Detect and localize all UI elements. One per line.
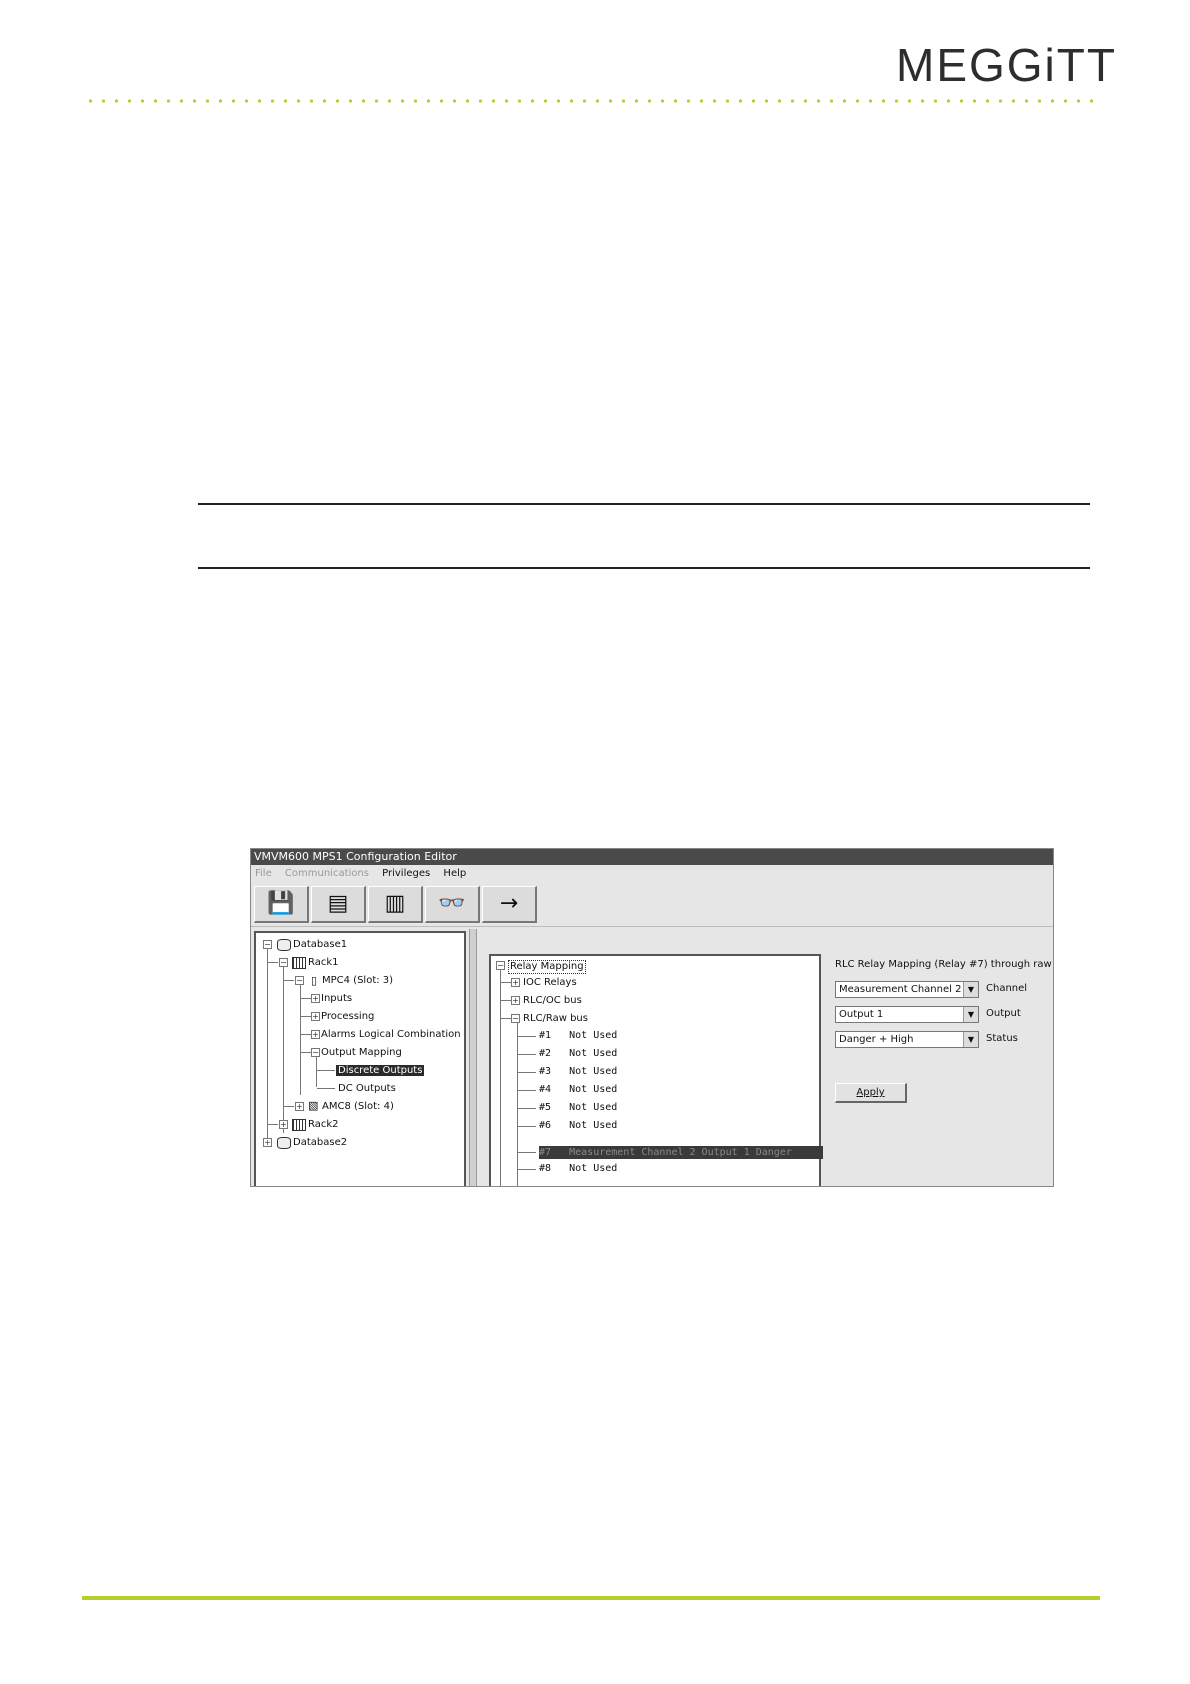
expand-icon[interactable]: + (311, 994, 320, 1003)
header-dotted-line (84, 99, 1100, 103)
database-tree[interactable]: − Database1 − Rack1 − ▯ MPC4 (Slot: 3) +… (254, 931, 466, 1186)
output-select[interactable]: Output 1 ▼ (835, 1006, 979, 1023)
chevron-down-icon[interactable]: ▼ (963, 982, 978, 997)
database-icon (277, 939, 291, 951)
output-label: Output (986, 1008, 1021, 1019)
apply-button[interactable]: Apply (835, 1083, 907, 1103)
tree-amc8[interactable]: AMC8 (Slot: 4) (322, 1101, 394, 1113)
tree-output-mapping[interactable]: Output Mapping (321, 1047, 402, 1059)
panel-splitter[interactable] (469, 929, 477, 1186)
chevron-down-icon[interactable]: ▼ (963, 1007, 978, 1022)
view-button[interactable]: 👓 (425, 886, 480, 923)
divider-bottom (198, 567, 1090, 569)
save-icon: 💾 (267, 891, 295, 916)
relay-row[interactable]: #4 Not Used (539, 1084, 617, 1096)
collapse-icon[interactable]: − (496, 961, 505, 970)
menu-help[interactable]: Help (443, 868, 466, 879)
tree-database2[interactable]: Database2 (293, 1137, 347, 1149)
divider-top (198, 503, 1090, 505)
tree-mpc4[interactable]: MPC4 (Slot: 3) (322, 975, 393, 987)
window-button[interactable]: ▤ (311, 886, 366, 923)
tree-ioc-relays[interactable]: IOC Relays (523, 977, 577, 989)
chevron-down-icon[interactable]: ▼ (963, 1032, 978, 1047)
relay-row[interactable]: #5 Not Used (539, 1102, 617, 1114)
menu-file[interactable]: File (255, 868, 272, 879)
channel-select[interactable]: Measurement Channel 2 ▼ (835, 981, 979, 998)
collapse-icon[interactable]: − (279, 958, 288, 967)
expand-icon[interactable]: + (311, 1012, 320, 1021)
collapse-icon[interactable]: − (311, 1048, 320, 1057)
status-label: Status (986, 1033, 1018, 1044)
meggitt-logo: MEGGiTT (896, 39, 1117, 91)
tree-processing[interactable]: Processing (321, 1011, 374, 1023)
relay-row[interactable]: #8 Not Used (539, 1163, 617, 1175)
card-icon: ▧ (308, 1099, 319, 1112)
rack-button[interactable]: ▥ (368, 886, 423, 923)
tree-alarms[interactable]: Alarms Logical Combination (321, 1029, 461, 1041)
menu-bar: File Communications Privileges Help (251, 865, 1053, 883)
tree-rlc-oc-bus[interactable]: RLC/OC bus (523, 995, 582, 1007)
tree-inputs[interactable]: Inputs (321, 993, 352, 1005)
tree-rack2[interactable]: Rack2 (308, 1119, 339, 1131)
expand-icon[interactable]: + (279, 1120, 288, 1129)
rack-icon (292, 1119, 306, 1131)
relay-row[interactable]: #3 Not Used (539, 1066, 617, 1078)
form-heading: RLC Relay Mapping (Relay #7) through raw… (835, 959, 1054, 970)
expand-icon[interactable]: + (511, 978, 520, 987)
config-editor-screenshot: VMVM600 MPS1 Configuration Editor File C… (250, 848, 1054, 1187)
relay-row-selected[interactable]: #7 Measurement Channel 2 Output 1 Danger (539, 1146, 823, 1159)
tree-database1[interactable]: Database1 (293, 939, 347, 951)
relay-row[interactable]: #6 Not Used (539, 1120, 617, 1132)
collapse-icon[interactable]: − (511, 1014, 520, 1023)
card-icon: ▯ (311, 974, 318, 987)
tree-dc-outputs[interactable]: DC Outputs (338, 1083, 396, 1095)
expand-icon[interactable]: + (295, 1102, 304, 1111)
tree-relay-mapping[interactable]: Relay Mapping (508, 960, 586, 974)
menu-communications[interactable]: Communications (285, 868, 369, 879)
save-button[interactable]: 💾 (254, 886, 309, 923)
next-button[interactable]: → (482, 886, 537, 923)
menu-privileges[interactable]: Privileges (382, 868, 430, 879)
expand-icon[interactable]: + (511, 996, 520, 1005)
relay-row[interactable]: #2 Not Used (539, 1048, 617, 1060)
expand-icon[interactable]: + (311, 1030, 320, 1039)
tree-rack1[interactable]: Rack1 (308, 957, 339, 969)
channel-label: Channel (986, 983, 1028, 994)
footer-line (82, 1596, 1100, 1600)
tree-rlc-raw-bus[interactable]: RLC/Raw bus (523, 1013, 588, 1025)
glasses-icon: 👓 (438, 891, 466, 916)
rack-icon: ▥ (384, 891, 406, 916)
collapse-icon[interactable]: − (295, 976, 304, 985)
rack-icon (292, 957, 306, 969)
collapse-icon[interactable]: − (263, 940, 272, 949)
window-icon: ▤ (327, 891, 349, 916)
window-title: VMVM600 MPS1 Configuration Editor (251, 849, 1053, 865)
arrow-right-icon: → (499, 891, 519, 916)
database-icon (277, 1137, 291, 1149)
status-select[interactable]: Danger + High ▼ (835, 1031, 979, 1048)
relay-row[interactable]: #1 Not Used (539, 1030, 617, 1042)
relay-mapping-tree[interactable]: − Relay Mapping + IOC Relays + RLC/OC bu… (489, 954, 823, 1186)
expand-icon[interactable]: + (263, 1138, 272, 1147)
tree-discrete-outputs[interactable]: Discrete Outputs (336, 1065, 425, 1076)
toolbar: 💾 ▤ ▥ 👓 → (251, 884, 1053, 927)
